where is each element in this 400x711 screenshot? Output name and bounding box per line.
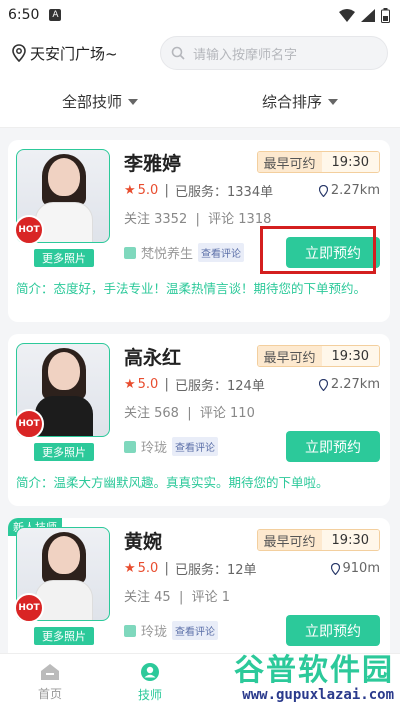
status-time: 6:50 (8, 7, 40, 23)
search-placeholder: 请输入按摩师名字 (193, 47, 298, 63)
tab-label: 首页 (37, 687, 62, 701)
earliest-available: 最早可约 19:30 (256, 151, 380, 173)
location-text: 天安门广场~ (30, 44, 118, 63)
comment-count: 评论 1318 (208, 212, 272, 227)
outfit (35, 396, 93, 436)
served-count: 已服务：124单 (175, 379, 265, 394)
view-reviews-link[interactable]: 查看评论 (198, 243, 245, 262)
shop-icon (124, 440, 136, 453)
caret-down-icon (328, 98, 338, 105)
watermark-title: 谷普软件园 (234, 653, 394, 688)
therapist-list: HOT 更多照片 李雅婷 最早可约 19:30 ★ 5.0 | 已服务：1334… (0, 128, 400, 668)
filter-all-therapists[interactable]: 全部技师 (62, 91, 138, 112)
home-icon (41, 664, 59, 680)
earliest-time: 19:30 (321, 152, 379, 172)
earliest-label: 最早可约 (257, 530, 322, 550)
search-icon (171, 46, 185, 60)
wifi-icon (339, 8, 355, 22)
filter-label: 全部技师 (61, 93, 122, 111)
therapist-name: 高永红 (124, 346, 182, 369)
served-count: 已服务：12单 (175, 563, 257, 578)
location-selector[interactable]: 天安门广场~ (12, 43, 160, 64)
view-reviews-link[interactable]: 查看评论 (172, 437, 219, 456)
shop-name: 玲珑 (141, 441, 168, 456)
earliest-available: 最早可约 19:30 (256, 345, 380, 367)
distance: 910m (342, 561, 380, 576)
served-count: 已服务：1334单 (175, 185, 274, 200)
hot-badge: HOT (14, 593, 44, 623)
location-pin-icon (330, 562, 340, 575)
comment-count: 评论 110 (199, 406, 255, 421)
earliest-time: 19:30 (321, 346, 379, 366)
follow-count: 关注 568 (124, 406, 179, 421)
star-icon: ★ (124, 561, 136, 576)
outfit (35, 580, 93, 620)
caret-down-icon (128, 98, 138, 105)
battery-icon (381, 7, 390, 23)
earliest-label: 最早可约 (257, 152, 322, 172)
search-input[interactable]: 请输入按摩师名字 (160, 36, 388, 70)
therapist-icon (141, 663, 159, 681)
earliest-label: 最早可约 (257, 346, 322, 366)
therapist-name: 李雅婷 (124, 152, 182, 175)
therapist-card[interactable]: HOT 更多照片 李雅婷 最早可约 19:30 ★ 5.0 | 已服务：1334… (8, 140, 390, 322)
outfit (35, 202, 93, 242)
distance: 2.27km (330, 183, 380, 198)
therapist-intro: 简介：温柔大方幽默风趣。真真实实。期待您的下单啦。 (16, 475, 329, 490)
book-now-button[interactable]: 立即预约 (286, 431, 380, 462)
shop-icon (124, 624, 136, 637)
therapist-intro: 简介：态度好，手法专业！温柔热情言谈！期待您的下单预约。 (16, 281, 367, 296)
tab-home[interactable]: 首页 (0, 654, 100, 711)
filter-bar: 全部技师 综合排序 (0, 76, 400, 128)
earliest-available: 最早可约 19:30 (256, 529, 380, 551)
signal-icon (361, 8, 375, 22)
filter-label: 综合排序 (261, 93, 322, 111)
rating: 5.0 (137, 561, 159, 576)
therapist-card[interactable]: HOT 更多照片 高永红 最早可约 19:30 ★ 5.0 | 已服务：124单… (8, 334, 390, 506)
comment-count: 评论 1 (191, 590, 231, 605)
highlight-box (260, 226, 376, 274)
more-photos-button[interactable]: 更多照片 (34, 443, 94, 461)
top-header: 天安门广场~ 请输入按摩师名字 (0, 30, 400, 76)
shop-name: 玲珑 (141, 625, 168, 640)
filter-sort[interactable]: 综合排序 (262, 91, 338, 112)
tab-therapists[interactable]: 技师 (100, 654, 200, 711)
tab-label: 技师 (137, 688, 162, 702)
hot-badge: HOT (14, 215, 44, 245)
star-icon: ★ (124, 183, 136, 198)
shop-name: 梵悦养生 (141, 247, 194, 262)
status-bar: 6:50 A (0, 0, 400, 30)
view-reviews-link[interactable]: 查看评论 (172, 621, 219, 640)
more-photos-button[interactable]: 更多照片 (34, 249, 94, 267)
star-icon: ★ (124, 377, 136, 392)
earliest-time: 19:30 (321, 530, 379, 550)
location-pin-icon (318, 184, 328, 197)
site-watermark: 谷普软件园 www.gupuxlazai.com (208, 655, 394, 707)
follow-count: 关注 3352 (124, 212, 188, 227)
distance: 2.27km (330, 377, 380, 392)
location-pin-icon (12, 44, 26, 62)
shop-icon (124, 246, 136, 259)
location-pin-icon (318, 378, 328, 391)
rating: 5.0 (137, 377, 159, 392)
more-photos-button[interactable]: 更多照片 (34, 627, 94, 645)
hot-badge: HOT (14, 409, 44, 439)
notification-icon: A (49, 9, 62, 21)
therapist-card[interactable]: 新人技师 HOT 更多照片 黄婉 最早可约 19:30 (8, 518, 390, 668)
rating: 5.0 (137, 183, 159, 198)
follow-count: 关注 45 (124, 590, 171, 605)
watermark-url: www.gupuxlazai.com (242, 687, 394, 703)
therapist-name: 黄婉 (124, 530, 163, 553)
book-now-button[interactable]: 立即预约 (286, 615, 380, 646)
